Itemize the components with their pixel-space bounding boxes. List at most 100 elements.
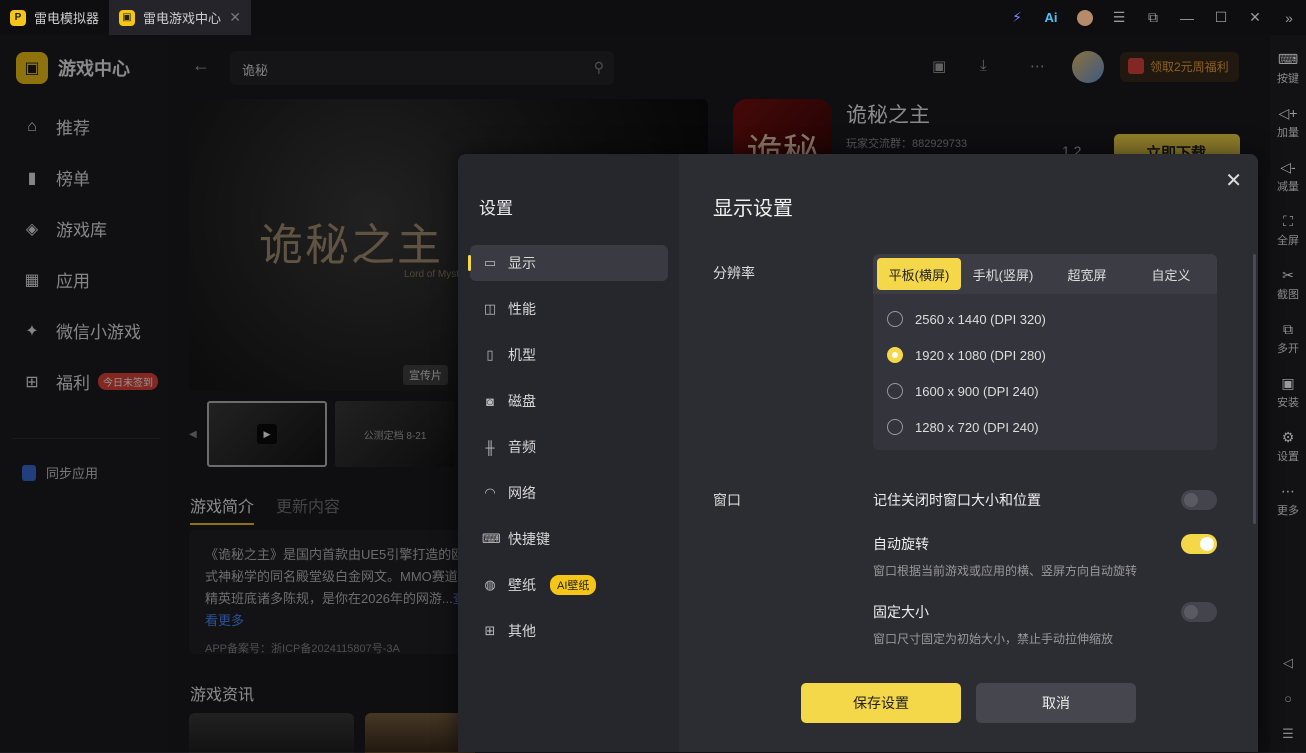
- user-avatar-icon[interactable]: [1068, 0, 1102, 35]
- toolbar-volume-up[interactable]: ◁+ 加量: [1270, 95, 1306, 149]
- resolution-option[interactable]: 2560 x 1440 (DPI 320): [887, 311, 1046, 327]
- android-home-icon[interactable]: ○: [1284, 691, 1292, 706]
- settings-nav-performance[interactable]: ◫ 性能: [470, 291, 668, 327]
- window-controls: ⚡ Ai ☰ ⧉ — ☐ ✕ »: [1000, 0, 1306, 35]
- settings-nav-display[interactable]: ▭ 显示: [468, 245, 668, 281]
- radio-button[interactable]: [887, 419, 903, 435]
- collapse-sidebar-icon[interactable]: »: [1272, 0, 1306, 35]
- maximize-icon[interactable]: ☐: [1204, 0, 1238, 35]
- toolbar-more[interactable]: ⋯ 更多: [1270, 473, 1306, 527]
- page-title: 显示设置: [713, 198, 793, 220]
- cancel-button[interactable]: 取消: [976, 683, 1136, 723]
- tab-label: 雷电游戏中心: [143, 11, 222, 26]
- save-button[interactable]: 保存设置: [801, 683, 961, 723]
- close-icon[interactable]: ✕: [1225, 168, 1242, 193]
- option-title: 自动旋转: [873, 536, 929, 552]
- nav-label: 磁盘: [508, 393, 536, 409]
- settings-nav-network[interactable]: ◠ 网络: [470, 475, 668, 511]
- nav-label: 性能: [508, 301, 536, 317]
- grid-icon: ⊞: [484, 623, 496, 638]
- option-title: 固定大小: [873, 604, 929, 620]
- toolbar-label: 全屏: [1277, 234, 1299, 247]
- option-title: 记住关闭时窗口大小和位置: [873, 492, 1041, 508]
- close-window-icon[interactable]: ✕: [1238, 0, 1272, 35]
- tab-emulator[interactable]: P 雷电模拟器: [0, 0, 109, 35]
- audio-icon: ╫: [485, 439, 495, 455]
- nav-label: 音频: [508, 439, 536, 455]
- android-back-icon[interactable]: ◁: [1283, 655, 1293, 671]
- settings-nav: 设置 ▭ 显示 ◫ 性能 ▯ 机型 ◙ 磁盘 ╫ 音频 ◠ 网络 ⌨ 快捷键 ◍ 壁纸 AI壁纸 …: [458, 154, 679, 752]
- multi-icon: ⧉: [1283, 320, 1293, 337]
- tab-game-center[interactable]: ▣ 雷电游戏中心 ✕: [109, 0, 252, 35]
- monitor-icon: ▭: [483, 255, 497, 270]
- resolution-option[interactable]: 1280 x 720 (DPI 240): [887, 419, 1039, 435]
- radio-button[interactable]: [887, 311, 903, 327]
- settings-content: 显示设置 ✕ 分辨率 平板(横屏) 手机(竖屏) 超宽屏 自定义 2560 x …: [679, 154, 1258, 752]
- fullscreen-icon: ⛶: [1283, 212, 1293, 229]
- toolbar-label: 减量: [1277, 180, 1299, 193]
- fixed-size-toggle[interactable]: [1181, 602, 1217, 622]
- toolbar-install[interactable]: ▣ 安装: [1270, 365, 1306, 419]
- nav-label: 快捷键: [508, 531, 550, 547]
- settings-dialog: 设置 ▭ 显示 ◫ 性能 ▯ 机型 ◙ 磁盘 ╫ 音频 ◠ 网络 ⌨ 快捷键 ◍ 壁纸 AI壁纸 …: [458, 154, 1258, 752]
- toolbar-label: 截图: [1277, 288, 1299, 301]
- volume-down-icon: ◁-: [1280, 158, 1296, 175]
- segment-tablet[interactable]: 平板(横屏): [877, 258, 961, 290]
- gear-icon: ⚙: [1281, 428, 1295, 445]
- close-tab-icon[interactable]: ✕: [229, 9, 241, 26]
- scissors-icon: ✂: [1282, 266, 1294, 283]
- settings-nav-other[interactable]: ⊞ 其他: [470, 613, 668, 649]
- toolbar-multi[interactable]: ⧉ 多开: [1270, 311, 1306, 365]
- emulator-logo-icon: P: [10, 9, 26, 26]
- more-icon: ⋯: [1281, 482, 1295, 499]
- resolution-text: 1920 x 1080 (DPI 280): [915, 347, 1046, 363]
- bolt-icon[interactable]: ⚡: [1000, 0, 1034, 35]
- resolution-text: 2560 x 1440 (DPI 320): [915, 311, 1046, 327]
- nav-label: 其他: [508, 623, 536, 639]
- option-desc: 窗口尺寸固定为初始大小，禁止手动拉伸缩放: [873, 632, 1114, 646]
- remember-window-toggle[interactable]: [1181, 490, 1217, 510]
- settings-nav-model[interactable]: ▯ 机型: [470, 337, 668, 373]
- android-nav: ◁ ○ ☰: [1282, 655, 1294, 742]
- settings-nav-audio[interactable]: ╫ 音频: [470, 429, 668, 465]
- settings-nav-wallpaper[interactable]: ◍ 壁纸 AI壁纸: [470, 567, 668, 603]
- performance-icon: ◫: [483, 301, 497, 316]
- settings-nav-disk[interactable]: ◙ 磁盘: [470, 383, 668, 419]
- toolbar-settings[interactable]: ⚙ 设置: [1270, 419, 1306, 473]
- option-fixed-size: 固定大小 窗口尺寸固定为初始大小，禁止手动拉伸缩放: [873, 602, 1217, 647]
- toolbar-screenshot[interactable]: ✂ 截图: [1270, 257, 1306, 311]
- settings-title: 设置: [479, 199, 513, 218]
- nav-label: 网络: [508, 485, 536, 501]
- ai-wallpaper-badge: AI壁纸: [550, 575, 597, 595]
- radio-button-selected[interactable]: [887, 347, 903, 363]
- keyboard-icon: ⌨: [1277, 50, 1299, 67]
- segment-phone[interactable]: 手机(竖屏): [961, 258, 1045, 290]
- resolution-option[interactable]: 1600 x 900 (DPI 240): [887, 383, 1039, 399]
- toolbar-label: 更多: [1277, 504, 1299, 517]
- volume-up-icon: ◁+: [1278, 104, 1298, 121]
- segment-ultrawide[interactable]: 超宽屏: [1045, 258, 1129, 290]
- palette-icon: ◍: [484, 577, 496, 592]
- resolution-text: 1600 x 900 (DPI 240): [915, 383, 1039, 399]
- nav-label: 壁纸: [508, 577, 536, 593]
- right-toolbar: ⌨ 按键 ◁+ 加量 ◁- 减量 ⛶ 全屏 ✂ 截图 ⧉ 多开 ▣ 安装 ⚙ 设置 ⋯ 更多 ◁ …: [1270, 35, 1306, 752]
- toolbar-label: 加量: [1277, 126, 1299, 139]
- ai-icon[interactable]: Ai: [1034, 0, 1068, 35]
- resolution-panel: 平板(横屏) 手机(竖屏) 超宽屏 自定义 2560 x 1440 (DPI 3…: [873, 254, 1217, 450]
- toolbar-keymap[interactable]: ⌨ 按键: [1270, 41, 1306, 95]
- toolbar-volume-down[interactable]: ◁- 减量: [1270, 149, 1306, 203]
- radio-button[interactable]: [887, 383, 903, 399]
- window-label: 窗口: [713, 492, 741, 508]
- android-recents-icon[interactable]: ☰: [1282, 726, 1294, 742]
- resolution-option[interactable]: 1920 x 1080 (DPI 280): [887, 347, 1046, 363]
- game-center-logo-icon: ▣: [119, 9, 136, 26]
- restore-icon[interactable]: ⧉: [1136, 0, 1170, 35]
- menu-icon[interactable]: ☰: [1102, 0, 1136, 35]
- settings-nav-shortcuts[interactable]: ⌨ 快捷键: [470, 521, 668, 557]
- minimize-icon[interactable]: —: [1170, 0, 1204, 35]
- scrollbar[interactable]: [1253, 254, 1256, 524]
- auto-rotate-toggle[interactable]: [1181, 534, 1217, 554]
- toolbar-fullscreen[interactable]: ⛶ 全屏: [1270, 203, 1306, 257]
- toolbar-label: 按键: [1277, 72, 1299, 85]
- segment-custom[interactable]: 自定义: [1129, 258, 1213, 290]
